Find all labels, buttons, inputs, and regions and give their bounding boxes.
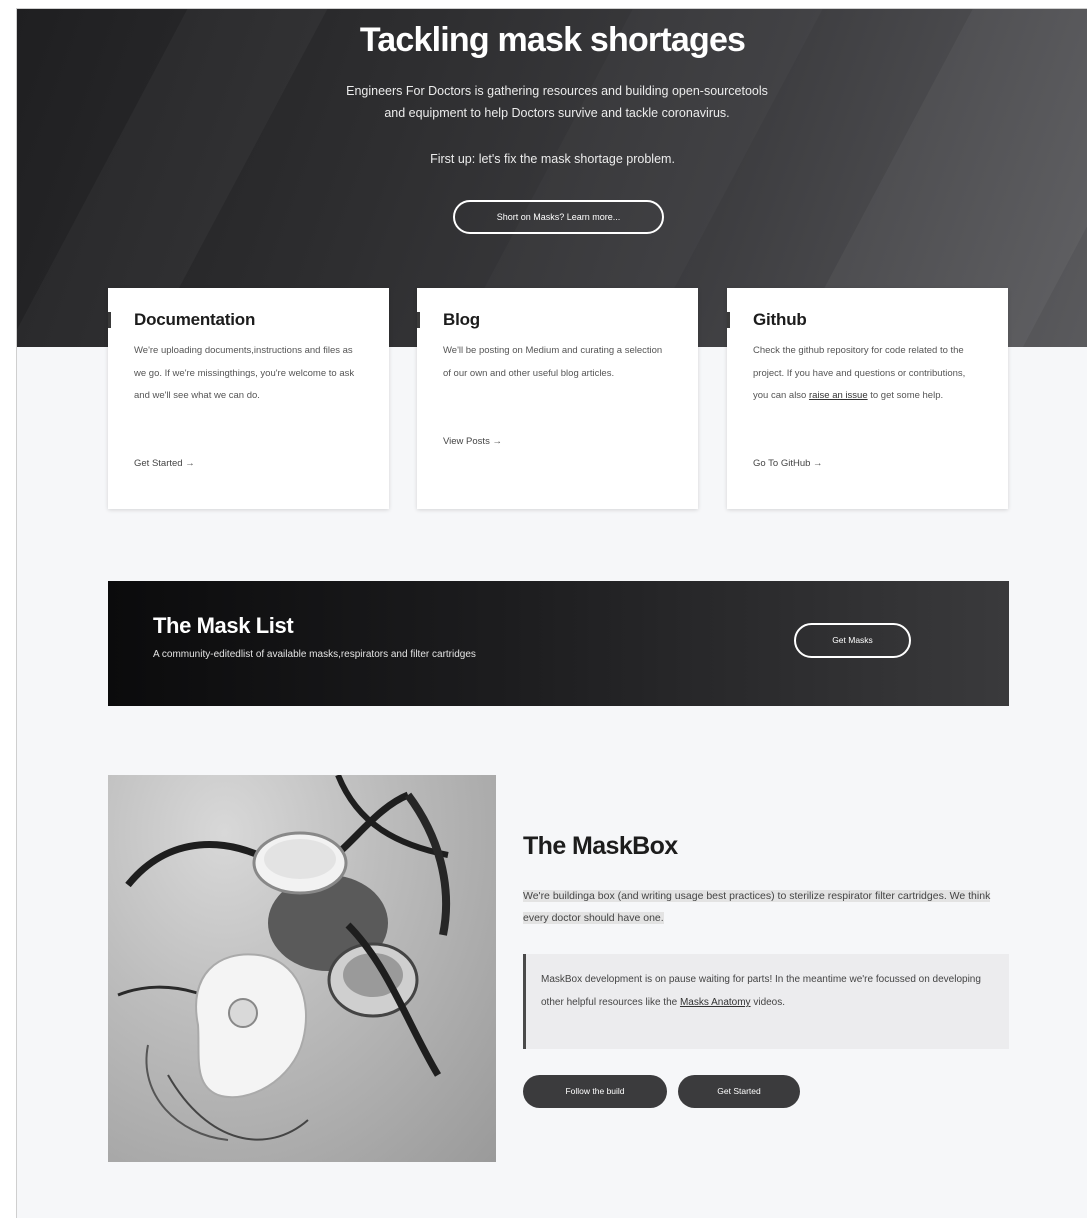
mask-list-description: A community-editedlist of available mask… <box>153 649 476 660</box>
card-text: Check the github repository for code rel… <box>753 340 982 408</box>
page-frame: Tackling mask shortages Engineers For Do… <box>16 8 1087 1218</box>
hero-title: Tackling mask shortages <box>359 21 746 59</box>
card-accent <box>417 312 420 328</box>
respirator-illustration <box>117 775 451 1141</box>
documentation-card: Documentation We're uploading documents,… <box>108 288 389 509</box>
get-masks-button[interactable]: Get Masks <box>794 623 911 658</box>
learn-more-button[interactable]: Short on Masks? Learn more... <box>453 200 664 234</box>
github-card: Github Check the github repository for c… <box>727 288 1008 509</box>
masks-anatomy-link[interactable]: Masks Anatomy <box>680 997 751 1008</box>
card-text-part: to get some help. <box>867 390 944 401</box>
hero-subtitle: First up: let's fix the mask shortage pr… <box>430 152 675 166</box>
note-text-part: videos. <box>750 997 786 1008</box>
card-title: Github <box>753 310 807 329</box>
card-text: We'll be posting on Medium and curating … <box>443 345 663 379</box>
hero-description-line: Engineers For Doctors is gathering resou… <box>346 84 768 98</box>
card-title: Documentation <box>134 310 256 329</box>
maskbox-description: We're buildinga box (and writing usage b… <box>523 885 1008 929</box>
blog-card: Blog We'll be posting on Medium and cura… <box>417 288 698 509</box>
card-accent <box>727 312 730 328</box>
raise-issue-link[interactable]: raise an issue <box>809 390 868 401</box>
hero-description-line: and equipment to help Doctors survive an… <box>384 106 730 120</box>
card-title: Blog <box>443 310 480 329</box>
card-text: We're uploading documents,instructions a… <box>134 345 355 401</box>
go-to-github-link[interactable]: Go To GitHub → <box>753 458 823 469</box>
hero-description: Engineers For Doctors is gathering resou… <box>297 80 817 124</box>
get-started-button[interactable]: Get Started <box>678 1075 800 1108</box>
get-started-link[interactable]: Get Started → <box>134 458 195 469</box>
follow-build-button[interactable]: Follow the build <box>523 1075 667 1108</box>
maskbox-photo <box>108 775 496 1162</box>
mask-list-title: The Mask List <box>153 613 294 638</box>
mask-list-banner: The Mask List A community-editedlist of … <box>108 581 1009 706</box>
maskbox-title: The MaskBox <box>523 832 678 860</box>
maskbox-description-text: We're buildinga box (and writing usage b… <box>523 890 991 924</box>
card-accent <box>108 312 111 328</box>
view-posts-link[interactable]: View Posts → <box>443 436 502 447</box>
maskbox-note: MaskBox development is on pause waiting … <box>523 954 1009 1049</box>
